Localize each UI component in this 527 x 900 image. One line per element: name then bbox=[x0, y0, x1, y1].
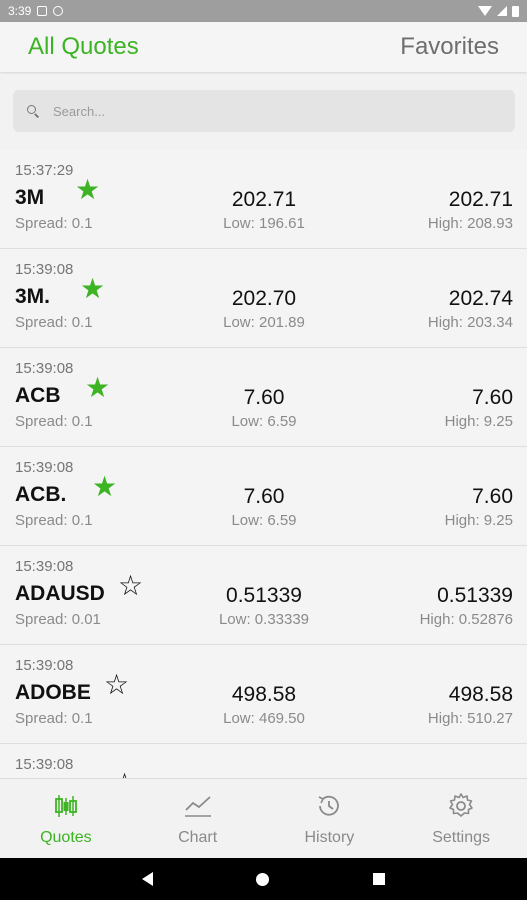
quote-symbol: ACB bbox=[15, 384, 61, 407]
quote-spread: Spread: 0.01 bbox=[15, 611, 101, 628]
star-filled-icon[interactable]: ★ bbox=[80, 275, 105, 303]
quote-ask: 0.51339 bbox=[437, 584, 513, 607]
candlestick-icon bbox=[54, 794, 77, 817]
quote-symbol: 3M. bbox=[15, 285, 51, 308]
quote-high: High: 208.93 bbox=[427, 215, 513, 232]
quote-row[interactable]: 15:39:08 ADOBE ☆ Spread: 0.1 498.58 Low:… bbox=[0, 645, 527, 744]
quote-symbol: 3M bbox=[15, 186, 45, 209]
quote-high: High: 203.34 bbox=[427, 314, 513, 331]
gear-icon bbox=[449, 792, 473, 817]
star-filled-icon[interactable]: ★ bbox=[75, 176, 100, 204]
battery-icon bbox=[512, 5, 519, 17]
quote-bid: 498.58 bbox=[231, 683, 297, 706]
quote-row[interactable]: 15:39:08 ACB ★ Spread: 0.1 7.60 Low: 6.5… bbox=[0, 348, 527, 447]
quote-high: High: 9.25 bbox=[444, 512, 513, 529]
sim-card-icon bbox=[37, 6, 48, 16]
nav-settings-label: Settings bbox=[432, 828, 491, 846]
nav-history[interactable]: History bbox=[264, 779, 396, 858]
search-icon bbox=[27, 105, 39, 117]
home-icon[interactable] bbox=[256, 872, 270, 886]
recent-apps-icon[interactable] bbox=[373, 873, 386, 885]
quote-list[interactable]: 15:37:29 3M ★ Spread: 0.1 202.71 Low: 19… bbox=[0, 150, 527, 778]
nav-history-label: History bbox=[304, 828, 355, 846]
back-icon[interactable] bbox=[141, 872, 153, 886]
no-disturb-icon bbox=[53, 6, 64, 16]
nav-quotes-label: Quotes bbox=[40, 828, 92, 846]
app-screen: 3:39 All Quotes Favorites 15:37:29 3M ★ … bbox=[0, 0, 527, 900]
quote-row[interactable]: 15:39:08 3M. ★ Spread: 0.1 202.70 Low: 2… bbox=[0, 249, 527, 348]
tab-all-quotes[interactable]: All Quotes bbox=[28, 33, 139, 61]
quote-spread: Spread: 0.1 bbox=[15, 215, 93, 232]
quote-bid: 202.71 bbox=[231, 188, 297, 211]
wifi-icon bbox=[478, 6, 492, 16]
quote-bid: 0.51339 bbox=[226, 584, 302, 607]
quote-ask: 202.71 bbox=[448, 188, 513, 211]
top-tabs: All Quotes Favorites bbox=[0, 22, 527, 72]
quote-row[interactable]: 15:37:29 3M ★ Spread: 0.1 202.71 Low: 19… bbox=[0, 150, 527, 249]
quote-ask: 202.74 bbox=[448, 287, 513, 310]
quote-time: 15:39:08 bbox=[15, 261, 74, 278]
quote-low: Low: 201.89 bbox=[223, 314, 305, 331]
bottom-nav: Quotes Chart History Settings bbox=[0, 778, 527, 858]
quote-spread: Spread: 0.1 bbox=[15, 512, 93, 529]
quote-bid: 7.60 bbox=[243, 386, 285, 409]
quote-high: High: 0.52876 bbox=[419, 611, 513, 628]
star-outline-icon[interactable]: ☆ bbox=[112, 770, 137, 779]
status-bar: 3:39 bbox=[0, 0, 527, 22]
history-icon bbox=[319, 795, 340, 816]
quote-spread: Spread: 0.1 bbox=[15, 314, 93, 331]
nav-settings[interactable]: Settings bbox=[395, 779, 527, 858]
quote-ask: 498.58 bbox=[448, 683, 513, 706]
quote-low: Low: 469.50 bbox=[223, 710, 305, 727]
quote-low: Low: 6.59 bbox=[231, 413, 297, 430]
quote-time: 15:37:29 bbox=[15, 162, 74, 179]
quote-high: High: 9.25 bbox=[444, 413, 513, 430]
system-nav-bar bbox=[0, 858, 527, 900]
search-bar[interactable] bbox=[13, 90, 515, 132]
search-input[interactable] bbox=[53, 103, 483, 119]
quote-time: 15:39:08 bbox=[15, 657, 74, 674]
quote-symbol: ACB. bbox=[15, 483, 67, 506]
quote-high: High: 510.27 bbox=[427, 710, 513, 727]
quote-ask: 7.60 bbox=[472, 485, 513, 508]
quote-row[interactable]: 15:39:08 ☆ bbox=[0, 744, 527, 778]
quote-time: 15:39:08 bbox=[15, 756, 74, 773]
star-filled-icon[interactable]: ★ bbox=[92, 473, 117, 501]
quote-low: Low: 0.33339 bbox=[218, 611, 310, 628]
line-chart-icon bbox=[184, 795, 211, 817]
quote-spread: Spread: 0.1 bbox=[15, 710, 93, 727]
quote-row[interactable]: 15:39:08 ADAUSD ☆ Spread: 0.01 0.51339 L… bbox=[0, 546, 527, 645]
nav-chart-label: Chart bbox=[178, 828, 218, 846]
quote-time: 15:39:08 bbox=[15, 459, 74, 476]
star-outline-icon[interactable]: ☆ bbox=[104, 671, 129, 699]
quote-symbol: ADAUSD bbox=[15, 582, 105, 605]
quote-spread: Spread: 0.1 bbox=[15, 413, 93, 430]
status-time: 3:39 bbox=[8, 4, 32, 18]
quote-time: 15:39:08 bbox=[15, 360, 74, 377]
nav-chart[interactable]: Chart bbox=[132, 779, 264, 858]
signal-icon bbox=[497, 6, 507, 16]
quote-low: Low: 6.59 bbox=[231, 512, 297, 529]
quote-low: Low: 196.61 bbox=[223, 215, 305, 232]
tab-favorites[interactable]: Favorites bbox=[400, 33, 499, 61]
star-outline-icon[interactable]: ☆ bbox=[118, 572, 143, 600]
quote-time: 15:39:08 bbox=[15, 558, 74, 575]
star-filled-icon[interactable]: ★ bbox=[85, 374, 110, 402]
quote-bid: 202.70 bbox=[231, 287, 297, 310]
quote-ask: 7.60 bbox=[472, 386, 513, 409]
quote-bid: 7.60 bbox=[243, 485, 285, 508]
quote-row[interactable]: 15:39:08 ACB. ★ Spread: 0.1 7.60 Low: 6.… bbox=[0, 447, 527, 546]
quote-symbol: ADOBE bbox=[15, 681, 91, 704]
nav-quotes[interactable]: Quotes bbox=[0, 779, 132, 858]
